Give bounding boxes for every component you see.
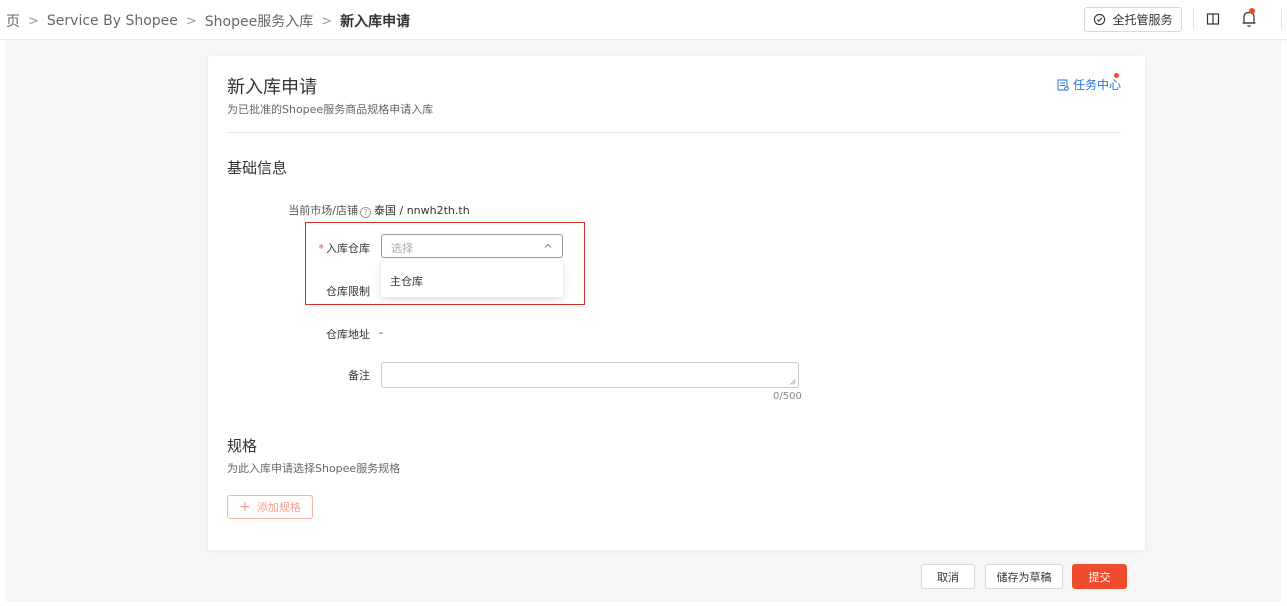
book-icon[interactable] <box>1205 11 1221 27</box>
divider <box>1193 9 1194 29</box>
notification-dot <box>1249 8 1255 14</box>
task-center-label: 任务中心 <box>1073 78 1122 92</box>
breadcrumb-item-service-by-shopee[interactable]: Service By Shopee <box>47 13 178 29</box>
page-title: 新入库申请 <box>227 77 317 98</box>
badge-icon <box>1094 13 1106 26</box>
remark-counter: 0/500 <box>773 391 802 402</box>
market-store-label: 当前市场/店铺? <box>268 202 371 218</box>
resize-grip-icon[interactable] <box>790 379 796 385</box>
header-divider <box>227 132 1121 133</box>
managed-service-label: 全托管服务 <box>1112 13 1173 27</box>
warehouse-address-value: - <box>379 326 383 339</box>
breadcrumb-item-home[interactable]: 页 <box>6 11 20 31</box>
page-subtitle: 为已批准的Shopee服务商品规格申请入库 <box>227 103 434 116</box>
breadcrumb-item-inbound[interactable]: Shopee服务入库 <box>205 11 313 31</box>
remark-label: 备注 <box>348 369 370 382</box>
warehouse-address-label: 仓库地址 <box>326 328 370 341</box>
breadcrumb-separator-icon: > <box>185 13 197 29</box>
save-draft-button[interactable]: 储存为草稿 <box>985 564 1063 589</box>
market-store-label-text: 当前市场/店铺 <box>288 204 358 217</box>
divider <box>1281 9 1282 29</box>
plus-icon: + <box>239 499 251 515</box>
breadcrumb-separator-icon: > <box>28 13 39 29</box>
breadcrumb: 页 > Service By Shopee > Shopee服务入库 > 新入库… <box>6 11 410 31</box>
breadcrumb-current: 新入库申请 <box>340 14 411 30</box>
submit-button[interactable]: 提交 <box>1072 564 1127 589</box>
highlight-box <box>305 222 585 305</box>
task-center-dot <box>1114 73 1119 78</box>
breadcrumb-separator-icon: > <box>321 13 333 29</box>
task-list-icon <box>1057 79 1069 91</box>
remark-textarea[interactable] <box>381 362 799 388</box>
managed-service-button[interactable]: 全托管服务 <box>1084 7 1182 32</box>
inbound-request-card: 新入库申请 为已批准的Shopee服务商品规格申请入库 任务中心 基础信息 当前… <box>208 56 1145 550</box>
cancel-button[interactable]: 取消 <box>921 564 975 589</box>
market-store-value: 泰国 / nnwh2th.th <box>374 204 470 217</box>
specs-subtitle: 为此入库申请选择Shopee服务规格 <box>227 462 401 475</box>
task-center-link[interactable]: 任务中心 <box>1057 76 1121 93</box>
add-spec-label: 添加规格 <box>256 501 301 514</box>
specs-title: 规格 <box>227 437 258 455</box>
basic-info-title: 基础信息 <box>227 159 288 177</box>
add-spec-button[interactable]: + 添加规格 <box>227 495 313 519</box>
help-icon[interactable]: ? <box>360 207 371 218</box>
top-bar: 页 > Service By Shopee > Shopee服务入库 > 新入库… <box>0 0 1287 40</box>
